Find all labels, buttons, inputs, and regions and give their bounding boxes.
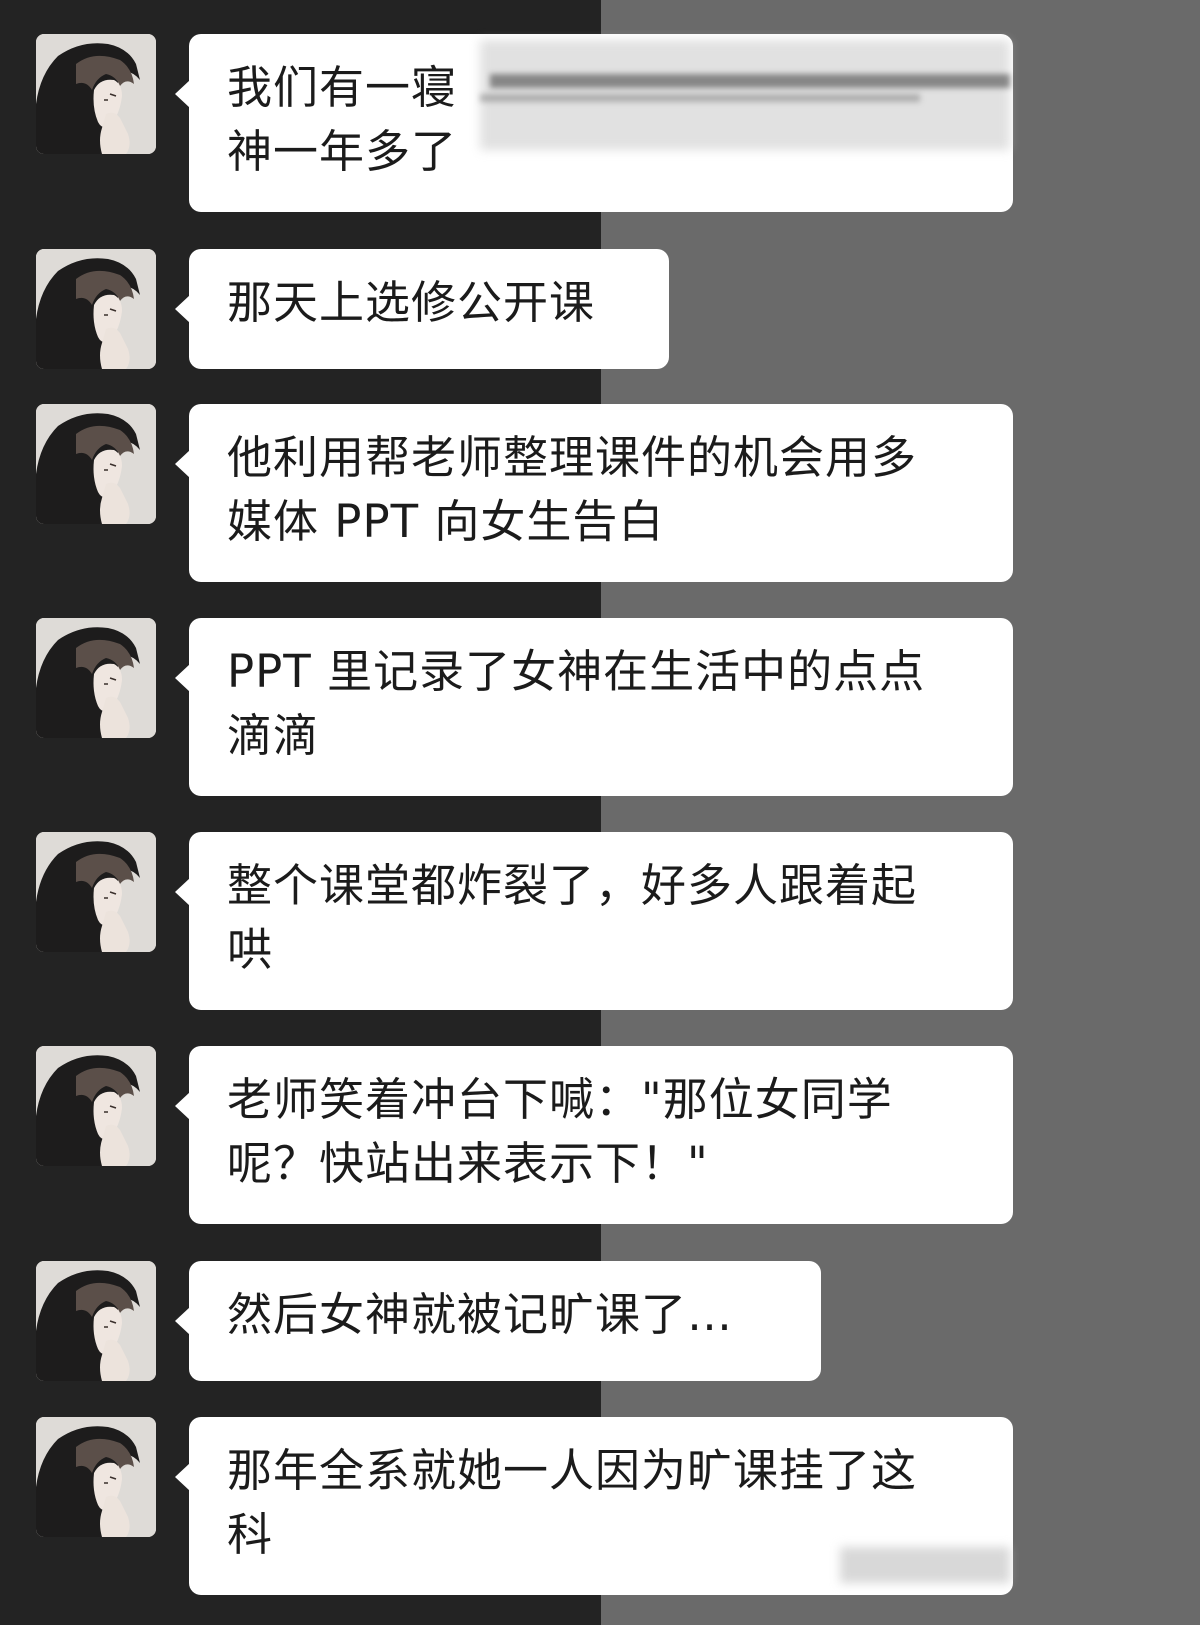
message-text: 他利用帮老师整理课件的机会用多 媒体 PPT 向女生告白 (227, 431, 918, 548)
anime-boy-avatar-icon (36, 1261, 156, 1381)
anime-boy-avatar-icon (36, 249, 156, 369)
message-bubble[interactable]: 老师笑着冲台下喊："那位女同学 呢？快站出来表示下！" (175, 1046, 1013, 1224)
message-bubble[interactable]: 他利用帮老师整理课件的机会用多 媒体 PPT 向女生告白 (175, 404, 1013, 582)
anime-boy-avatar-icon (36, 832, 156, 952)
anime-boy-avatar-icon (36, 404, 156, 524)
anime-boy-avatar-icon (36, 1046, 156, 1166)
watermark-blur (840, 1547, 1010, 1583)
message-bubble[interactable]: 那天上选修公开课 (175, 249, 669, 369)
message-bubble[interactable]: PPT 里记录了女神在生活中的点点 滴滴 (175, 618, 1013, 796)
chat-background-dark (0, 0, 601, 1625)
anime-boy-avatar-icon (36, 34, 156, 154)
avatar[interactable] (36, 249, 156, 369)
redaction-line (490, 74, 1010, 88)
message-text: 整个课堂都炸裂了，好多人跟着起 哄 (227, 859, 918, 976)
avatar[interactable] (36, 34, 156, 154)
message-text: 那年全系就她一人因为旷课挂了这 科 (227, 1444, 918, 1561)
message-bubble[interactable]: 整个课堂都炸裂了，好多人跟着起 哄 (175, 832, 1013, 1010)
anime-boy-avatar-icon (36, 618, 156, 738)
message-bubble[interactable]: 然后女神就被记旷课了… (175, 1261, 821, 1381)
anime-boy-avatar-icon (36, 1417, 156, 1537)
redaction-line (480, 94, 920, 102)
avatar[interactable] (36, 1046, 156, 1166)
chat-background-gray (601, 0, 1200, 1625)
avatar[interactable] (36, 404, 156, 524)
message-text: 然后女神就被记旷课了… (227, 1288, 734, 1341)
message-text: 那天上选修公开课 (227, 276, 596, 329)
avatar[interactable] (36, 1261, 156, 1381)
avatar[interactable] (36, 618, 156, 738)
avatar[interactable] (36, 1417, 156, 1537)
message-text: 老师笑着冲台下喊："那位女同学 呢？快站出来表示下！" (227, 1073, 893, 1190)
avatar[interactable] (36, 832, 156, 952)
message-text: 我们有一寝 神一年多了 (227, 61, 458, 178)
message-text: PPT 里记录了女神在生活中的点点 滴滴 (227, 645, 926, 762)
